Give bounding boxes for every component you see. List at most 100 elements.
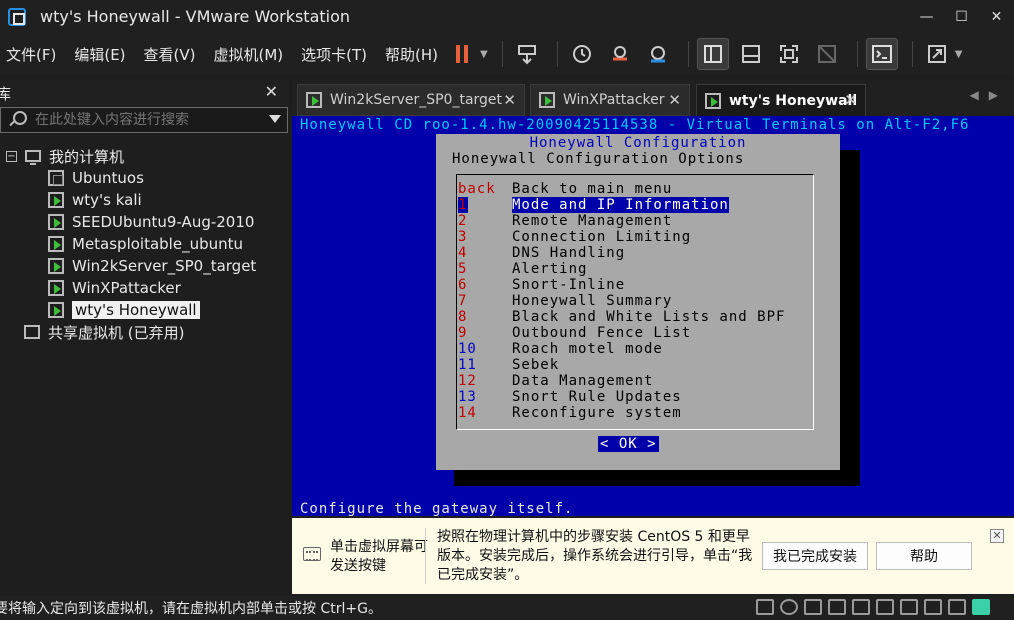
- menu-help[interactable]: 帮助(H): [385, 44, 438, 65]
- message-log-icon[interactable]: [972, 599, 990, 615]
- tree-item-vm-selected[interactable]: wty's Honeywall: [48, 299, 200, 321]
- thumbnail-bar-button[interactable]: [735, 38, 767, 70]
- menu-option[interactable]: 11 Sebek: [458, 357, 559, 373]
- menu-option[interactable]: 12 Data Management: [458, 373, 653, 389]
- network-adapter-icon[interactable]: [804, 599, 822, 615]
- menu-option[interactable]: 9 Outbound Fence List: [458, 325, 691, 341]
- menu-option[interactable]: 8 Black and White Lists and BPF: [458, 309, 785, 325]
- collapse-icon[interactable]: −: [6, 150, 17, 162]
- status-message: 要将输入定向到该虚拟机，请在虚拟机内部单击或按 Ctrl+G。: [0, 601, 382, 617]
- menu-option[interactable]: 2 Remote Management: [458, 213, 672, 229]
- toolbar-divider: [687, 41, 689, 67]
- menu-option[interactable]: 5 Alerting: [458, 261, 587, 277]
- vm-running-icon: [48, 280, 64, 296]
- tree-item-vm[interactable]: Ubuntuos: [48, 167, 144, 189]
- tree-item-vm[interactable]: Metasploitable_ubuntu: [48, 233, 243, 255]
- tree-item-vm[interactable]: wty's kali: [48, 189, 142, 211]
- menu-option[interactable]: 3 Connection Limiting: [458, 229, 691, 245]
- menu-option-selected[interactable]: 1 Mode and IP Information: [458, 197, 729, 213]
- shared-vm-icon: [24, 325, 40, 339]
- window-title: wty's Honeywall - VMware Workstation: [40, 7, 351, 26]
- menu-option[interactable]: 14 Reconfigure system: [458, 405, 682, 421]
- console-view-button[interactable]: [865, 38, 898, 70]
- maximize-icon[interactable]: ☐: [944, 0, 979, 33]
- stretch-button[interactable]: [921, 38, 953, 70]
- chevron-down-icon[interactable]: ▼: [480, 49, 488, 60]
- option-key: 7: [458, 293, 468, 309]
- tree-item-vm[interactable]: Win2kServer_SP0_target: [48, 255, 256, 277]
- tab-label: wty's Honeywall: [729, 92, 858, 109]
- close-tab-icon[interactable]: ✕: [503, 91, 516, 109]
- menu-file[interactable]: 文件(F): [6, 44, 56, 65]
- send-ctrl-alt-del-button[interactable]: [511, 38, 543, 70]
- menu-tabs[interactable]: 选项卡(T): [301, 44, 367, 65]
- close-icon[interactable]: ✕: [979, 0, 1014, 33]
- vm-running-icon: [48, 236, 64, 252]
- tree-label: 共享虚拟机 (已弃用): [48, 323, 185, 342]
- unity-button[interactable]: [811, 38, 843, 70]
- pause-button[interactable]: [446, 38, 478, 70]
- search-dropdown-icon[interactable]: [269, 115, 281, 123]
- menu-vm[interactable]: 虚拟机(M): [214, 44, 284, 65]
- printer-icon[interactable]: [900, 599, 918, 615]
- menu-edit[interactable]: 编辑(E): [74, 44, 125, 65]
- chevron-down-icon[interactable]: ▼: [955, 49, 963, 60]
- close-hint-icon[interactable]: ✕: [990, 529, 1004, 543]
- close-library-icon[interactable]: ✕: [265, 82, 278, 101]
- minimize-icon[interactable]: —: [909, 0, 944, 33]
- search-input[interactable]: [35, 112, 265, 128]
- option-label: Sebek: [512, 357, 560, 373]
- tree-item-my-computer[interactable]: − 我的计算机: [6, 145, 124, 167]
- menu-option[interactable]: back Back to main menu: [458, 181, 672, 197]
- tree-item-vm[interactable]: WinXPattacker: [48, 277, 181, 299]
- option-key: 11: [458, 357, 477, 373]
- ok-button[interactable]: < OK >: [598, 436, 659, 452]
- tree-item-shared-vms[interactable]: 共享虚拟机 (已弃用): [24, 321, 184, 343]
- full-screen-button[interactable]: [773, 38, 805, 70]
- snapshot-manager-button[interactable]: [642, 38, 674, 70]
- library-title: 库: [0, 84, 12, 103]
- tab-honeywall[interactable]: wty's Honeywall ✕: [696, 84, 866, 116]
- vm-running-icon: [306, 92, 322, 108]
- menu-option[interactable]: 4 DNS Handling: [458, 245, 625, 261]
- click-screen-hint: 单击虚拟屏幕可发送按键: [330, 539, 428, 574]
- menu-option[interactable]: 7 Honeywall Summary: [458, 293, 672, 309]
- option-label: Black and White Lists and BPF: [512, 309, 786, 325]
- display-icon[interactable]: [924, 599, 942, 615]
- option-key: 2: [458, 213, 468, 229]
- tab-win2kserver[interactable]: Win2kServer_SP0_target ✕: [297, 84, 525, 116]
- revert-snapshot-button[interactable]: [604, 38, 636, 70]
- option-label: Honeywall Summary: [512, 293, 673, 309]
- snapshot-button[interactable]: [566, 38, 598, 70]
- install-done-button[interactable]: 我已完成安装: [762, 542, 868, 570]
- menu-view[interactable]: 查看(V): [144, 44, 196, 65]
- network-adapter-icon[interactable]: [828, 599, 846, 615]
- tab-winxpattacker[interactable]: WinXPattacker ✕: [530, 84, 690, 116]
- vmware-logo-icon: [8, 7, 26, 26]
- tab-scroll-icon[interactable]: ◀▶: [970, 88, 1008, 102]
- usb-controller-icon[interactable]: [876, 599, 894, 615]
- menu-option[interactable]: 10 Roach motel mode: [458, 341, 663, 357]
- install-instructions: 按照在物理计算机中的步骤安装 CentOS 5 和更早版本。安装完成后，操作系统…: [437, 529, 753, 583]
- option-key: 14: [458, 405, 477, 421]
- option-key: 12: [458, 373, 477, 389]
- library-header: 库 ✕: [0, 80, 290, 106]
- help-button[interactable]: 帮助: [876, 542, 972, 570]
- tree-item-vm[interactable]: SEEDUbuntu9-Aug-2010: [48, 211, 254, 233]
- close-tab-icon[interactable]: ✕: [668, 91, 681, 109]
- close-tab-icon[interactable]: ✕: [844, 91, 857, 109]
- tree-label: wty's kali: [72, 191, 142, 209]
- network-adapter-icon[interactable]: [852, 599, 870, 615]
- terminal-icon: [871, 45, 892, 63]
- menu-option[interactable]: 13 Snort Rule Updates: [458, 389, 682, 405]
- cd-dvd-icon[interactable]: [780, 599, 798, 615]
- hard-disk-icon[interactable]: [756, 599, 774, 615]
- vm-console[interactable]: Honeywall CD roo-1.4.hw-20090425114538 -…: [292, 116, 1014, 516]
- sidebar-layout-icon: [703, 45, 722, 63]
- fullscreen-status-icon[interactable]: [948, 599, 966, 615]
- tree-label: WinXPattacker: [72, 279, 181, 297]
- menu-option[interactable]: 6 Snort-Inline: [458, 277, 625, 293]
- toolbar-divider: [556, 41, 558, 67]
- show-library-button[interactable]: [696, 38, 729, 70]
- install-hint-bar: 单击虚拟屏幕可发送按键 按照在物理计算机中的步骤安装 CentOS 5 和更早版…: [292, 518, 1014, 594]
